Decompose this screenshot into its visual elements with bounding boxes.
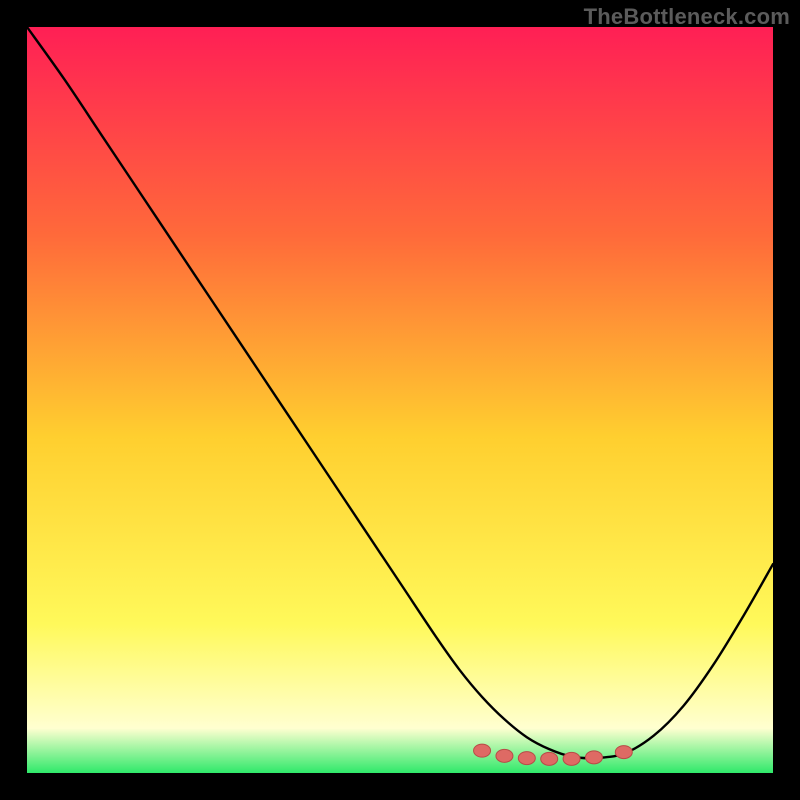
chart-frame: TheBottleneck.com: [0, 0, 800, 800]
min-marker: [496, 749, 513, 762]
plot-area: [27, 27, 773, 773]
min-marker: [585, 751, 602, 764]
min-marker: [563, 752, 580, 765]
min-marker: [518, 752, 535, 765]
min-marker: [541, 752, 558, 765]
bottleneck-chart: [27, 27, 773, 773]
min-marker: [474, 744, 491, 757]
min-marker: [615, 746, 632, 759]
gradient-background: [27, 27, 773, 773]
